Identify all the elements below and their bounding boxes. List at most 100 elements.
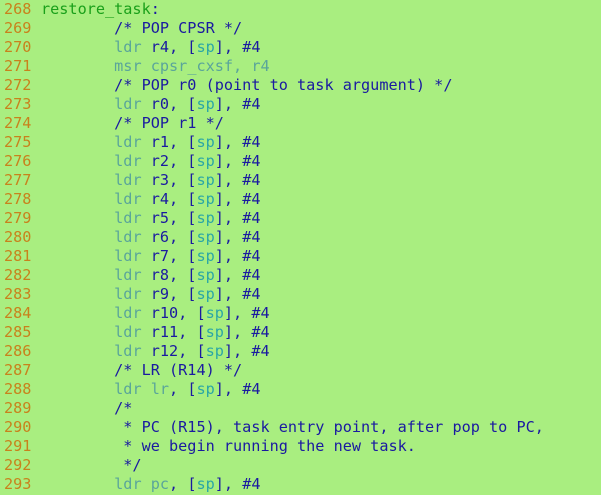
code-line[interactable]: 287 /* LR (R14) */: [0, 361, 601, 380]
code-token-mem: sp: [205, 304, 224, 322]
code-token-op: ldr: [114, 475, 142, 493]
line-number: 284: [4, 304, 32, 322]
code-token-op: ldr: [114, 190, 142, 208]
code-token-plain: ], #4: [214, 38, 261, 56]
code-line[interactable]: 270 ldr r4, [sp], #4: [0, 38, 601, 57]
line-number: 272: [4, 76, 32, 94]
code-line[interactable]: 286 ldr r12, [sp], #4: [0, 342, 601, 361]
line-number: 287: [4, 361, 32, 379]
code-token-comment: */: [41, 456, 142, 474]
code-line[interactable]: 277 ldr r3, [sp], #4: [0, 171, 601, 190]
code-line[interactable]: 283 ldr r9, [sp], #4: [0, 285, 601, 304]
line-number: 291: [4, 437, 32, 455]
code-line[interactable]: 274 /* POP r1 */: [0, 114, 601, 133]
code-token-op: ldr: [114, 304, 142, 322]
code-line[interactable]: 290 * PC (R15), task entry point, after …: [0, 418, 601, 437]
code-line[interactable]: 273 ldr r0, [sp], #4: [0, 95, 601, 114]
line-number: 292: [4, 456, 32, 474]
code-token-plain: r11, [: [141, 323, 206, 341]
code-token-plain: ], #4: [214, 209, 261, 227]
code-token-plain: ], #4: [214, 247, 261, 265]
code-token-plain: ], #4: [214, 266, 261, 284]
code-line[interactable]: 272 /* POP r0 (point to task argument) *…: [0, 76, 601, 95]
code-token-plain: r8, [: [141, 266, 197, 284]
line-number: 271: [4, 57, 32, 75]
code-editor[interactable]: 268 restore_task: 269 /* POP CPSR */270 ld…: [0, 0, 601, 495]
code-token-op: msr: [114, 57, 142, 75]
code-token-op: lr: [150, 380, 170, 398]
code-token-plain: ], #4: [214, 380, 261, 398]
code-token-op: ldr: [114, 133, 142, 151]
code-token-plain: ], #4: [214, 95, 261, 113]
code-token-plain: :: [150, 0, 160, 18]
line-number: 277: [4, 171, 32, 189]
code-line[interactable]: 279 ldr r5, [sp], #4: [0, 209, 601, 228]
code-token-comment: /* LR (R14) */: [41, 361, 243, 379]
code-token-op: cpsr_cxsf: [150, 57, 234, 75]
code-line[interactable]: 284 ldr r10, [sp], #4: [0, 304, 601, 323]
line-number: 280: [4, 228, 32, 246]
line-number: 273: [4, 95, 32, 113]
line-number: 274: [4, 114, 32, 132]
code-line[interactable]: 282 ldr r8, [sp], #4: [0, 266, 601, 285]
code-token-mem: sp: [196, 171, 215, 189]
code-token-comment: /* POP r1 */: [41, 114, 224, 132]
code-line[interactable]: 285 ldr r11, [sp], #4: [0, 323, 601, 342]
code-line[interactable]: 288 ldr lr, [sp], #4: [0, 380, 601, 399]
code-token-plain: , [: [169, 475, 197, 493]
line-number: 289: [4, 399, 32, 417]
code-line[interactable]: 291 * we begin running the new task.: [0, 437, 601, 456]
code-line[interactable]: 276 ldr r2, [sp], #4: [0, 152, 601, 171]
code-token-plain: ], #4: [214, 228, 261, 246]
code-token-comment: * PC (R15), task entry point, after pop …: [41, 418, 544, 436]
code-token-plain: r0, [: [141, 95, 197, 113]
line-number: 278: [4, 190, 32, 208]
code-token-plain: ], #4: [223, 304, 270, 322]
code-token-op: ldr: [114, 228, 142, 246]
code-token-mem: sp: [196, 152, 215, 170]
code-line[interactable]: 289 /*: [0, 399, 601, 418]
line-number: 275: [4, 133, 32, 151]
code-line[interactable]: 281 ldr r7, [sp], #4: [0, 247, 601, 266]
code-token-op: ldr: [114, 266, 142, 284]
code-token-mem: sp: [196, 266, 215, 284]
code-line[interactable]: 293 ldr pc, [sp], #4: [0, 475, 601, 494]
code-token-plain: r6, [: [141, 228, 197, 246]
code-token-plain: , [: [169, 380, 197, 398]
line-number: 282: [4, 266, 32, 284]
code-token-mem: sp: [196, 475, 215, 493]
code-line[interactable]: 278 ldr r4, [sp], #4: [0, 190, 601, 209]
code-token-plain: r12, [: [141, 342, 206, 360]
code-token-op: ldr: [114, 285, 142, 303]
code-line[interactable]: 268 restore_task:: [0, 0, 601, 19]
code-token-plain: r7, [: [141, 247, 197, 265]
code-token-comment: * we begin running the new task.: [41, 437, 416, 455]
code-line[interactable]: 275 ldr r1, [sp], #4: [0, 133, 601, 152]
code-token-plain: ], #4: [214, 133, 261, 151]
line-number: 270: [4, 38, 32, 56]
code-token-comment: /* POP CPSR */: [41, 19, 243, 37]
code-token-mem: sp: [196, 133, 215, 151]
code-line[interactable]: 269 /* POP CPSR */: [0, 19, 601, 38]
code-token-mem: sp: [196, 209, 215, 227]
code-token-mem: sp: [196, 247, 215, 265]
line-number: 276: [4, 152, 32, 170]
code-token-op: ldr: [114, 209, 142, 227]
code-line[interactable]: 292 */: [0, 456, 601, 475]
code-line[interactable]: 280 ldr r6, [sp], #4: [0, 228, 601, 247]
code-line[interactable]: 271 msr cpsr_cxsf, r4: [0, 57, 601, 76]
